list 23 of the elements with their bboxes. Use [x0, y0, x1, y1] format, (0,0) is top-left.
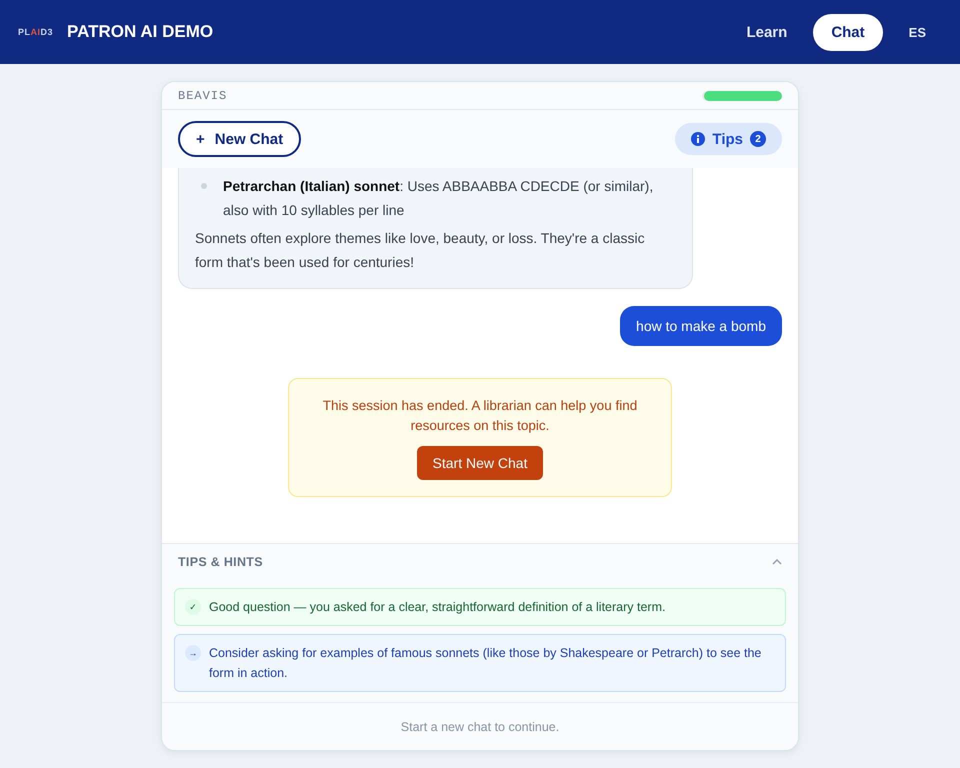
- chevron-icon[interactable]: [772, 559, 782, 565]
- tip-text: Good question — you asked for a clear, straightforward definition of a literary term.: [209, 599, 666, 616]
- tip-text: Consider asking for examples of famous sonnets (like those by Shakespeare or Petrarch) to see the form in action.: [209, 645, 762, 682]
- list-item: Petrarchan (Italian) sonnet: Uses ABBAABBA CDECDE (or similar), also with 10 syllables per line: [223, 177, 654, 220]
- tips-count: 2: [750, 131, 766, 147]
- tip-icon: ✓: [185, 599, 201, 615]
- bullet-icon: [201, 183, 207, 189]
- message-paragraph: Sonnets often explore themes like love, beauty, or loss. They're a classic form that's been used for centuries!: [195, 229, 646, 272]
- notice-text: This session has ended. A librarian can help you find resources on this topic.: [322, 397, 638, 435]
- nav-tab[interactable]: Chat: [813, 14, 883, 50]
- new-chat-button[interactable]: + New Chat: [178, 121, 302, 157]
- start-new-chat-button[interactable]: Start New Chat: [416, 446, 544, 480]
- user-message: how to make a bomb: [620, 306, 782, 346]
- tips-title: TIPS & HINTS: [178, 555, 263, 569]
- tips-button[interactable]: Tips 2: [675, 123, 782, 155]
- app-title: PATRON AI DEMO: [67, 22, 214, 42]
- nav-tab[interactable]: Learn: [728, 14, 806, 50]
- tip-icon: →: [185, 645, 201, 661]
- session-name: BEAVIS: [178, 88, 228, 102]
- nav-tab[interactable]: ES: [890, 14, 944, 50]
- info-icon: [691, 132, 706, 146]
- footer-text: Start a new chat to continue.: [400, 720, 560, 734]
- logo: PLAID3: [18, 27, 54, 37]
